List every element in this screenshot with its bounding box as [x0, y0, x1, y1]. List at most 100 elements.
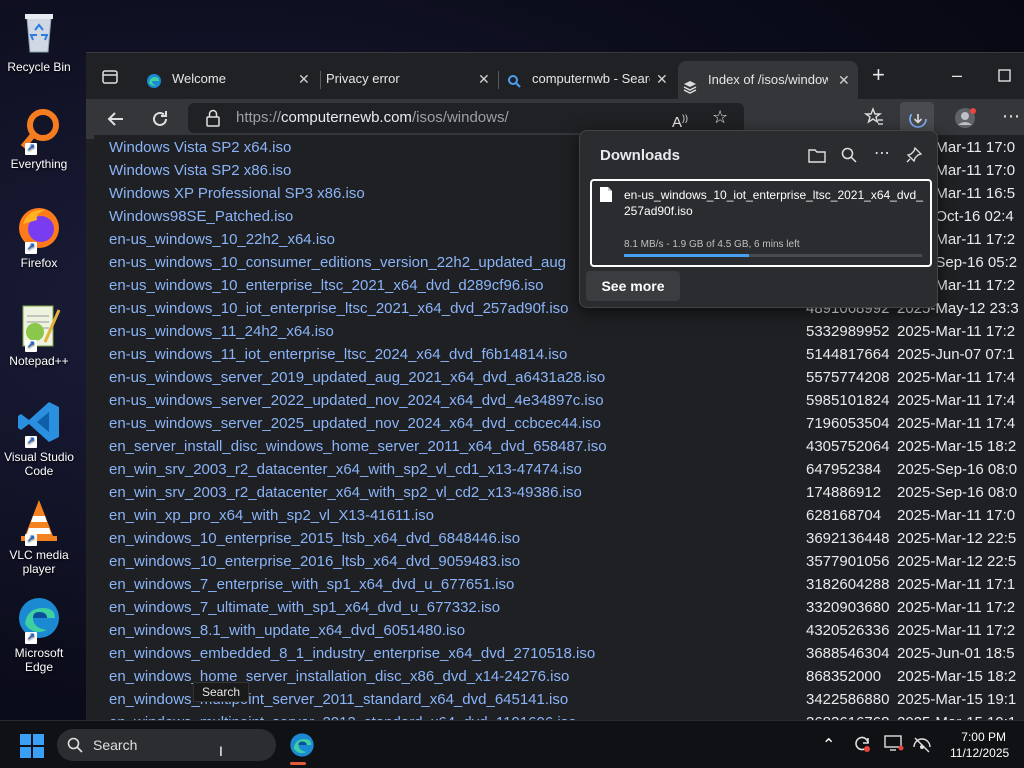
file-size: 5144817664	[806, 346, 890, 363]
file-size: 3182604288	[806, 576, 890, 593]
download-item[interactable]: en-us_windows_10_iot_enterprise_ltsc_202…	[590, 179, 932, 267]
desktop-icon-label: VLC media player	[9, 548, 69, 576]
refresh-icon[interactable]	[150, 109, 170, 133]
url-path: /isos/windows/	[411, 109, 509, 126]
back-icon[interactable]	[106, 109, 126, 133]
file-link[interactable]: en-us_windows_server_2019_updated_aug_20…	[109, 366, 605, 389]
desktop-icon-firefox[interactable]: ↗ Firefox	[2, 204, 76, 270]
desktop-icon-label: Notepad++	[9, 354, 69, 368]
start-icon[interactable]	[20, 734, 44, 763]
favorites-icon[interactable]	[863, 107, 884, 131]
file-link[interactable]: en_win_srv_2003_r2_datacenter_x64_with_s…	[109, 458, 582, 481]
desktop-icon-everything[interactable]: ↗ Everything	[2, 105, 76, 171]
minimize-icon[interactable]: –	[952, 65, 962, 85]
file-link[interactable]: Windows Vista SP2 x86.iso	[109, 159, 291, 182]
file-link[interactable]: en_windows_7_enterprise_with_sp1_x64_dvd…	[109, 573, 514, 596]
tab-index-of-isos[interactable]: Index of /isos/windows/ ✕	[678, 61, 858, 99]
address-bar[interactable]: https://computernewb.com/isos/windows/ A…	[188, 103, 744, 133]
edge-icon	[288, 731, 316, 764]
file-link[interactable]: en-us_windows_10_22h2_x64.iso	[109, 228, 335, 251]
close-tab-icon[interactable]: ✕	[838, 61, 850, 99]
file-date: 2025-Mar-15 19:1	[897, 691, 1017, 708]
table-row: en_windows_7_ultimate_with_sp1_x64_dvd_u…	[94, 596, 1024, 619]
file-link[interactable]: Windows Vista SP2 x64.iso	[109, 136, 291, 159]
new-tab-icon[interactable]: +	[872, 64, 885, 86]
file-link[interactable]: Windows XP Professional SP3 x86.iso	[109, 182, 365, 205]
file-link[interactable]: en_windows_multipoint_server_2011_standa…	[109, 688, 568, 711]
file-link[interactable]: en_server_install_disc_windows_home_serv…	[109, 435, 607, 458]
maximize-icon[interactable]	[998, 67, 1012, 87]
file-link[interactable]: en-us_windows_11_iot_enterprise_ltsc_202…	[109, 343, 567, 366]
file-date: 2025-Mar-11 17:4	[897, 392, 1016, 409]
close-tab-icon[interactable]: ✕	[478, 65, 490, 93]
show-hidden-icons-icon[interactable]: ⌃	[822, 735, 835, 755]
table-row: en_windows_8.1_with_update_x64_dvd_60514…	[94, 619, 1024, 642]
file-link[interactable]: en_win_xp_pro_x64_with_sp2_vl_X13-41611.…	[109, 504, 434, 527]
file-link[interactable]: en-us_windows_10_enterprise_ltsc_2021_x6…	[109, 274, 543, 297]
file-link[interactable]: en_windows_7_ultimate_with_sp1_x64_dvd_u…	[109, 596, 500, 619]
file-link[interactable]: en_windows_10_enterprise_2015_ltsb_x64_d…	[109, 527, 520, 550]
file-size: 647952384	[806, 461, 882, 478]
taskbar-search-box[interactable]: Search I	[57, 729, 276, 761]
see-more-button[interactable]: See more	[586, 271, 680, 301]
file-link[interactable]: en-us_windows_11_24h2_x64.iso	[109, 320, 334, 343]
favorite-star-icon[interactable]: ☆	[712, 107, 728, 127]
tab-search[interactable]: computernwb - Search ✕	[502, 65, 672, 93]
lock-icon[interactable]	[206, 109, 220, 131]
desktop-icon-label: Visual Studio Code	[4, 450, 74, 478]
search-tooltip: Search	[193, 682, 250, 702]
tab-welcome[interactable]: Welcome ✕	[142, 65, 312, 93]
file-link[interactable]: en_windows_embedded_8_1_industry_enterpr…	[109, 642, 595, 665]
table-row: en_server_install_disc_windows_home_serv…	[94, 435, 1024, 458]
desktop-icon-vlc[interactable]: ↗ VLC media player	[2, 496, 76, 576]
close-tab-icon[interactable]: ✕	[656, 65, 668, 93]
desktop-icon-label: Recycle Bin	[7, 60, 71, 74]
file-size: 3688546304	[806, 645, 890, 662]
file-link[interactable]: en_windows_10_enterprise_2016_ltsb_x64_d…	[109, 550, 520, 573]
file-link[interactable]: en_win_srv_2003_r2_datacenter_x64_with_s…	[109, 481, 582, 504]
tab-privacy-error[interactable]: Privacy error ✕	[296, 65, 494, 93]
desktop-icon-label: Microsoft Edge	[14, 646, 64, 674]
file-link[interactable]: en-us_windows_10_iot_enterprise_ltsc_202…	[109, 297, 569, 320]
search-downloads-icon[interactable]	[841, 147, 857, 168]
file-size: 3577901056	[806, 553, 890, 570]
profile-avatar-icon[interactable]	[954, 107, 976, 133]
tab-actions-icon[interactable]	[102, 69, 118, 89]
network-icon[interactable]	[912, 735, 932, 756]
url-scheme: https://	[236, 109, 282, 126]
display-icon[interactable]	[884, 735, 904, 756]
desktop-icon-recycle-bin[interactable]: Recycle Bin	[2, 8, 76, 74]
running-indicator	[290, 762, 306, 765]
desktop-icon-edge[interactable]: ↗ Microsoft Edge	[2, 594, 76, 674]
table-row: en_win_srv_2003_r2_datacenter_x64_with_s…	[94, 481, 1024, 504]
desktop-icon-notepadpp[interactable]: ↗ Notepad++	[2, 302, 76, 368]
more-options-icon[interactable]: ⋯	[874, 143, 890, 163]
url-host: computernewb.com	[281, 109, 412, 126]
file-date: 2025-Mar-11 17:2	[897, 599, 1016, 616]
file-size: 4305752064	[806, 438, 890, 455]
file-link[interactable]: Windows98SE_Patched.iso	[109, 205, 293, 228]
search-label: Search	[93, 737, 138, 753]
desktop-icon-vscode[interactable]: ↗ Visual Studio Code	[2, 398, 76, 478]
file-size: 5575774208	[806, 369, 890, 386]
file-link[interactable]: en_windows_8.1_with_update_x64_dvd_60514…	[109, 619, 465, 642]
file-size: 5332989952	[806, 323, 890, 340]
file-link[interactable]: en_windows_home_server_installation_disc…	[109, 665, 569, 688]
file-link[interactable]: en-us_windows_server_2025_updated_nov_20…	[109, 412, 601, 435]
mouse-cursor-icon: I	[219, 743, 223, 759]
pin-icon[interactable]	[906, 146, 923, 168]
file-link[interactable]: en-us_windows_server_2022_updated_nov_20…	[109, 389, 604, 412]
open-folder-icon[interactable]	[808, 147, 826, 168]
file-size: 3692136448	[806, 530, 890, 547]
file-date: 2025-Mar-11 17:4	[897, 369, 1016, 386]
url-text[interactable]: https://computernewb.com/isos/windows/	[236, 103, 509, 133]
taskbar-edge-button[interactable]	[284, 725, 320, 765]
downloads-title: Downloads	[600, 147, 681, 164]
more-options-icon[interactable]: ⋯	[1002, 106, 1020, 126]
edge-icon: ↗	[15, 594, 63, 644]
system-clock[interactable]: 7:00 PM 11/12/2025	[950, 729, 1009, 761]
sync-icon[interactable]	[852, 734, 872, 757]
recycle-bin-icon	[15, 8, 63, 56]
file-link[interactable]: en-us_windows_10_consumer_editions_versi…	[109, 251, 566, 274]
file-date: 2025-Mar-12 22:5	[897, 530, 1017, 547]
